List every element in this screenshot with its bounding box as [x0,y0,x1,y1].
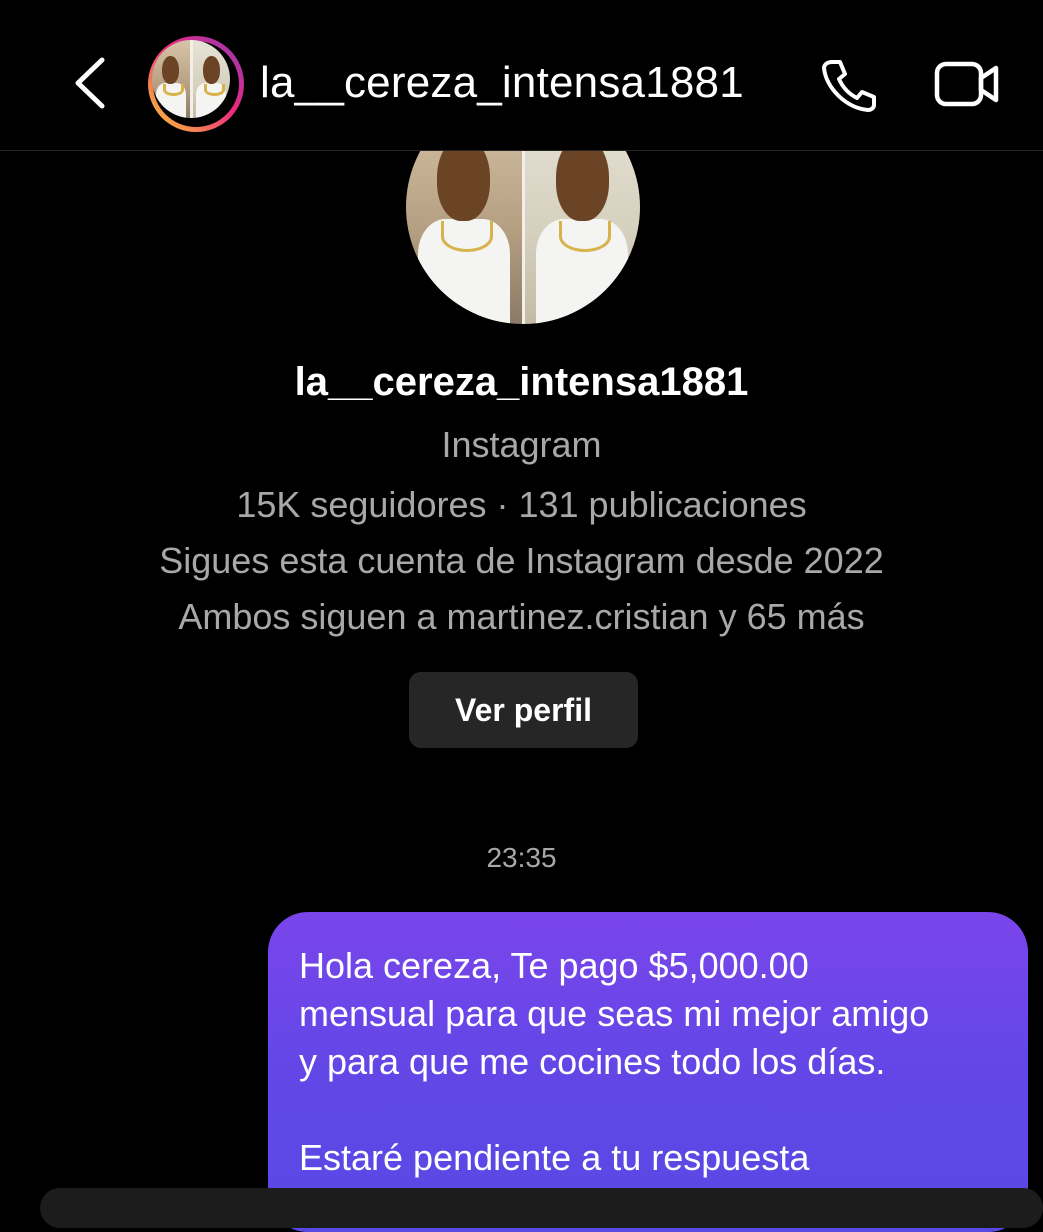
phone-icon [822,60,876,112]
header-avatar[interactable] [148,36,244,132]
header-username[interactable]: la__cereza_intensa1881 [260,58,744,108]
message-line: mensual para que seas mi mejor amigo [299,993,930,1034]
profile-following-since: Sigues esta cuenta de Instagram desde 20… [159,540,884,581]
back-button[interactable] [62,52,116,114]
profile-mutuals: Ambos siguen a martinez.cristian y 65 má… [178,596,865,637]
message-composer[interactable] [40,1188,1043,1228]
view-profile-button[interactable]: Ver perfil [409,672,638,748]
chat-header: la__cereza_intensa1881 [0,0,1043,151]
sent-message-bubble[interactable]: Hola cereza, Te pago $5,000.00 mensual p… [268,912,1028,1232]
message-line: Estaré pendiente a tu respuesta [299,1137,810,1178]
chevron-left-icon [75,57,105,109]
avatar-photo [152,40,230,118]
audio-call-button[interactable] [818,56,878,112]
message-timestamp: 23:35 [486,842,557,873]
message-line: Hola cereza, Te pago $5,000.00 [299,945,809,986]
video-call-button[interactable] [934,58,1000,110]
message-line: y para que me cocines todo los días. [299,1041,886,1082]
profile-stats: 15K seguidores · 131 publicaciones [236,484,807,525]
profile-username: la__cereza_intensa1881 [294,360,749,404]
profile-platform: Instagram [441,424,602,465]
video-camera-icon [934,61,999,107]
